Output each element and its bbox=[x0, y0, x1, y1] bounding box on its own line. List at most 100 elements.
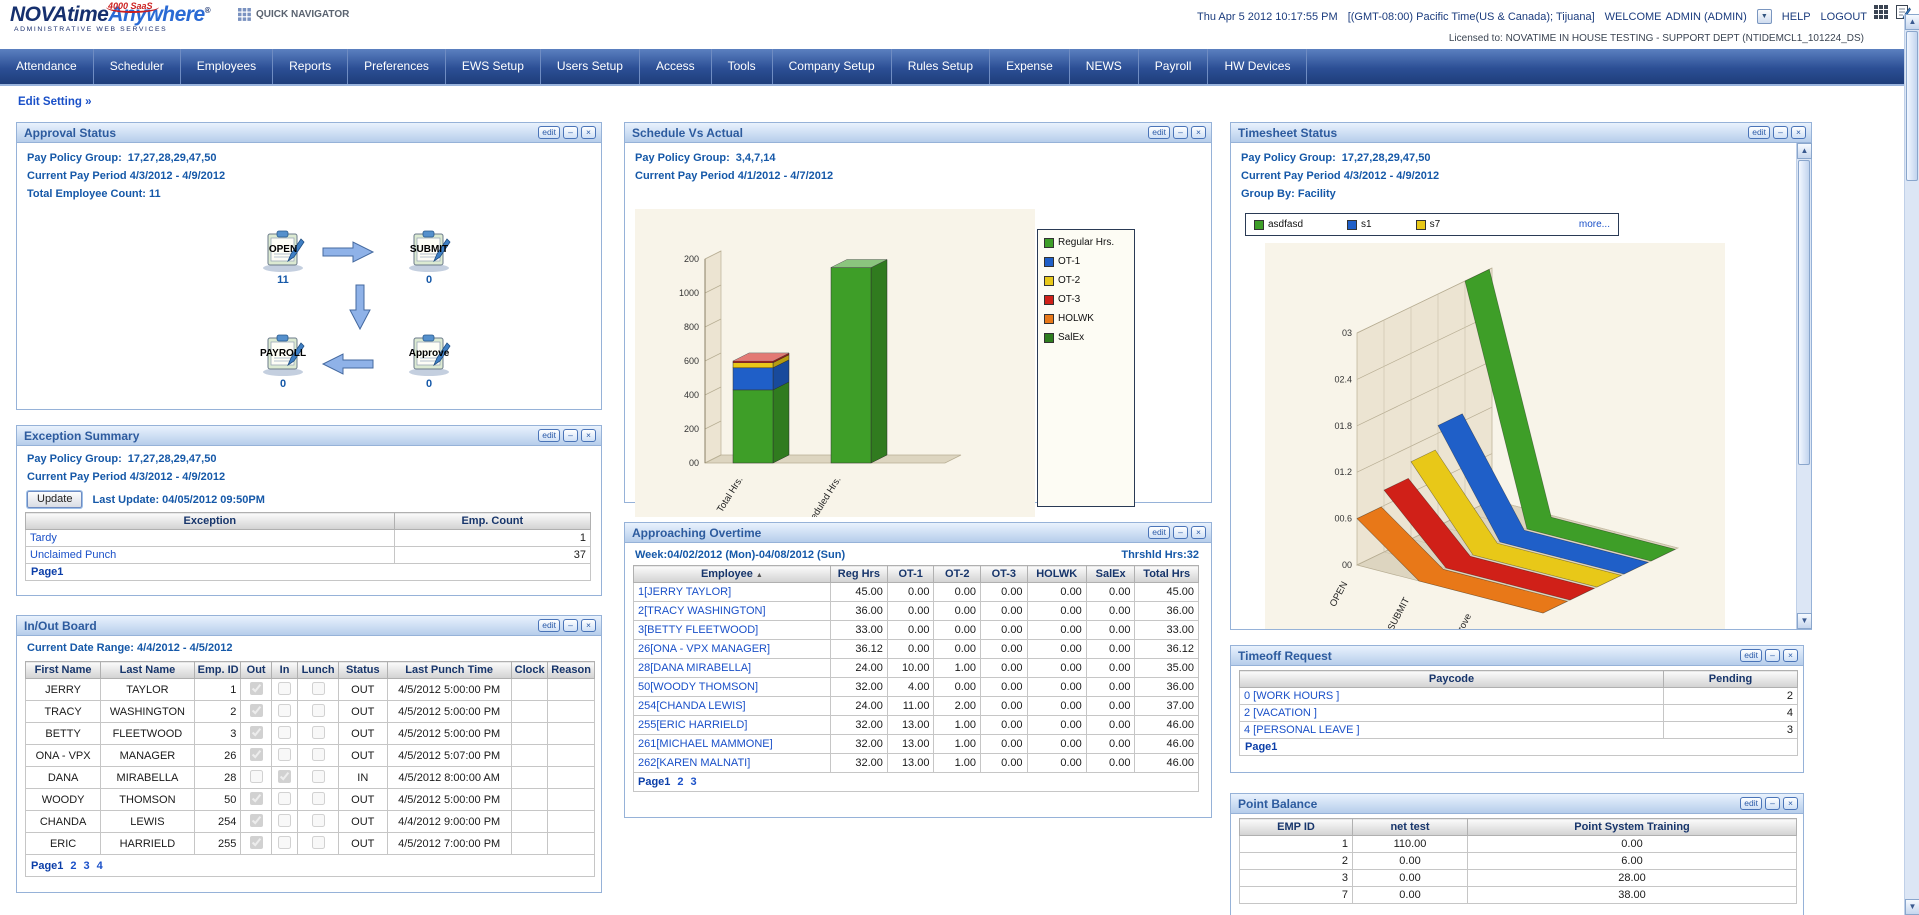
edit-button[interactable]: edit bbox=[1740, 649, 1762, 662]
scroll-down-button[interactable]: ▼ bbox=[1905, 899, 1919, 915]
panel-header[interactable]: Point Balance edit – × bbox=[1231, 794, 1803, 814]
exception-link[interactable]: Unclaimed Punch bbox=[26, 547, 395, 564]
edit-button[interactable]: edit bbox=[538, 619, 560, 632]
scrollbar-thumb[interactable] bbox=[1906, 31, 1918, 181]
edit-setting-link[interactable]: Edit Setting » bbox=[18, 96, 91, 108]
workflow-stage-submit[interactable]: SUBMIT 0 bbox=[403, 227, 455, 286]
pager-current-page[interactable]: Page1 bbox=[1245, 741, 1277, 753]
nav-item-employees[interactable]: Employees bbox=[181, 49, 273, 84]
panel-header[interactable]: Timeoff Request edit – × bbox=[1231, 646, 1803, 666]
column-header-total-hrs[interactable]: Total Hrs bbox=[1135, 566, 1199, 583]
nav-item-hw-devices[interactable]: HW Devices bbox=[1208, 49, 1307, 84]
column-header-reg-hrs[interactable]: Reg Hrs bbox=[830, 566, 887, 583]
workflow-stage-open[interactable]: OPEN 11 bbox=[257, 227, 309, 286]
column-header-holwk[interactable]: HOLWK bbox=[1027, 566, 1086, 583]
panel-header[interactable]: Schedule Vs Actual edit – × bbox=[625, 123, 1211, 143]
stage-count[interactable]: 0 bbox=[403, 274, 455, 286]
paycode-link[interactable]: 2 [VACATION ] bbox=[1240, 705, 1664, 722]
close-button[interactable]: × bbox=[1783, 649, 1798, 662]
minimize-button[interactable]: – bbox=[1173, 526, 1188, 539]
nav-item-preferences[interactable]: Preferences bbox=[348, 49, 446, 84]
scroll-down-button[interactable]: ▼ bbox=[1797, 613, 1812, 629]
pager-page-link[interactable]: 3 bbox=[84, 860, 90, 872]
scrollbar-thumb[interactable] bbox=[1798, 160, 1810, 465]
pager-current-page[interactable]: Page1 bbox=[31, 566, 63, 578]
scroll-up-button[interactable]: ▲ bbox=[1797, 143, 1812, 159]
edit-button[interactable]: edit bbox=[1148, 526, 1170, 539]
employee-link[interactable]: 254[CHANDA LEWIS] bbox=[634, 697, 831, 716]
close-button[interactable]: × bbox=[581, 429, 596, 442]
apps-grid-icon[interactable] bbox=[1873, 4, 1889, 20]
update-button[interactable]: Update bbox=[27, 491, 82, 508]
quick-navigator-button[interactable]: QUICK NAVIGATOR bbox=[238, 8, 349, 21]
scroll-up-button[interactable]: ▲ bbox=[1905, 14, 1919, 30]
edit-button[interactable]: edit bbox=[1740, 797, 1762, 810]
legend-more-link[interactable]: more... bbox=[1579, 219, 1610, 230]
minimize-button[interactable]: – bbox=[1173, 126, 1188, 139]
nav-item-news[interactable]: NEWS bbox=[1070, 49, 1139, 84]
column-header-ot-1[interactable]: OT-1 bbox=[887, 566, 934, 583]
column-header-salex[interactable]: SalEx bbox=[1086, 566, 1135, 583]
panel-scrollbar[interactable]: ▲ ▼ bbox=[1796, 143, 1811, 629]
close-button[interactable]: × bbox=[581, 126, 596, 139]
logout-link[interactable]: LOGOUT bbox=[1821, 11, 1867, 23]
pager-current-page[interactable]: Page1 bbox=[31, 860, 63, 872]
employee-link[interactable]: 3[BETTY FLEETWOOD] bbox=[634, 621, 831, 640]
employee-link[interactable]: 255[ERIC HARRIELD] bbox=[634, 716, 831, 735]
close-button[interactable]: × bbox=[1783, 797, 1798, 810]
stage-count[interactable]: 0 bbox=[403, 378, 455, 390]
close-button[interactable]: × bbox=[1191, 126, 1206, 139]
paycode-link[interactable]: 4 [PERSONAL LEAVE ] bbox=[1240, 722, 1664, 739]
employee-link[interactable]: 28[DANA MIRABELLA] bbox=[634, 659, 831, 678]
nav-item-tools[interactable]: Tools bbox=[712, 49, 773, 84]
user-dropdown-button[interactable]: ▼ bbox=[1757, 9, 1772, 24]
nav-item-reports[interactable]: Reports bbox=[273, 49, 348, 84]
workflow-stage-payroll[interactable]: PAYROLL 0 bbox=[257, 331, 309, 390]
edit-button[interactable]: edit bbox=[1148, 126, 1170, 139]
close-button[interactable]: × bbox=[1791, 126, 1806, 139]
pager-page-link[interactable]: 4 bbox=[97, 860, 103, 872]
pager-page-link[interactable]: 2 bbox=[70, 860, 76, 872]
minimize-button[interactable]: – bbox=[1765, 797, 1780, 810]
pager-current-page[interactable]: Page1 bbox=[638, 776, 670, 788]
nav-item-access[interactable]: Access bbox=[640, 49, 712, 84]
minimize-button[interactable]: – bbox=[1765, 649, 1780, 662]
employee-link[interactable]: 262[KAREN MALNATI] bbox=[634, 754, 831, 773]
column-header-employee[interactable]: Employee▲ bbox=[634, 566, 831, 583]
employee-link[interactable]: 2[TRACY WASHINGTON] bbox=[634, 602, 831, 621]
column-header-ot-2[interactable]: OT-2 bbox=[934, 566, 981, 583]
nav-item-payroll[interactable]: Payroll bbox=[1139, 49, 1209, 84]
panel-header[interactable]: Approval Status edit – × bbox=[17, 123, 601, 143]
paycode-link[interactable]: 0 [WORK HOURS ] bbox=[1240, 688, 1664, 705]
workflow-stage-approve[interactable]: Approve 0 bbox=[403, 331, 455, 390]
panel-header[interactable]: Exception Summary edit – × bbox=[17, 426, 601, 446]
minimize-button[interactable]: – bbox=[563, 126, 578, 139]
stage-count[interactable]: 0 bbox=[257, 378, 309, 390]
close-button[interactable]: × bbox=[581, 619, 596, 632]
employee-link[interactable]: 26[ONA - VPX MANAGER] bbox=[634, 640, 831, 659]
help-link[interactable]: HELP bbox=[1782, 11, 1811, 23]
minimize-button[interactable]: – bbox=[563, 429, 578, 442]
nav-item-company-setup[interactable]: Company Setup bbox=[773, 49, 892, 84]
panel-header[interactable]: Approaching Overtime edit – × bbox=[625, 523, 1211, 543]
pager-page-link[interactable]: 2 bbox=[677, 776, 683, 788]
stage-count[interactable]: 11 bbox=[257, 274, 309, 286]
edit-button[interactable]: edit bbox=[538, 126, 560, 139]
nav-item-rules-setup[interactable]: Rules Setup bbox=[892, 49, 990, 84]
panel-header[interactable]: In/Out Board edit – × bbox=[17, 616, 601, 636]
exception-link[interactable]: Tardy bbox=[26, 530, 395, 547]
nav-item-expense[interactable]: Expense bbox=[990, 49, 1070, 84]
employee-link[interactable]: 261[MICHAEL MAMMONE] bbox=[634, 735, 831, 754]
edit-button[interactable]: edit bbox=[1748, 126, 1770, 139]
minimize-button[interactable]: – bbox=[1773, 126, 1788, 139]
edit-button[interactable]: edit bbox=[538, 429, 560, 442]
employee-link[interactable]: 1[JERRY TAYLOR] bbox=[634, 583, 831, 602]
page-scrollbar[interactable]: ▲ ▼ bbox=[1904, 14, 1919, 915]
close-button[interactable]: × bbox=[1191, 526, 1206, 539]
nav-item-ews-setup[interactable]: EWS Setup bbox=[446, 49, 541, 84]
panel-header[interactable]: Timesheet Status edit – × bbox=[1231, 123, 1811, 143]
nav-item-users-setup[interactable]: Users Setup bbox=[541, 49, 640, 84]
minimize-button[interactable]: – bbox=[563, 619, 578, 632]
pager-page-link[interactable]: 3 bbox=[691, 776, 697, 788]
nav-item-attendance[interactable]: Attendance bbox=[0, 49, 94, 84]
